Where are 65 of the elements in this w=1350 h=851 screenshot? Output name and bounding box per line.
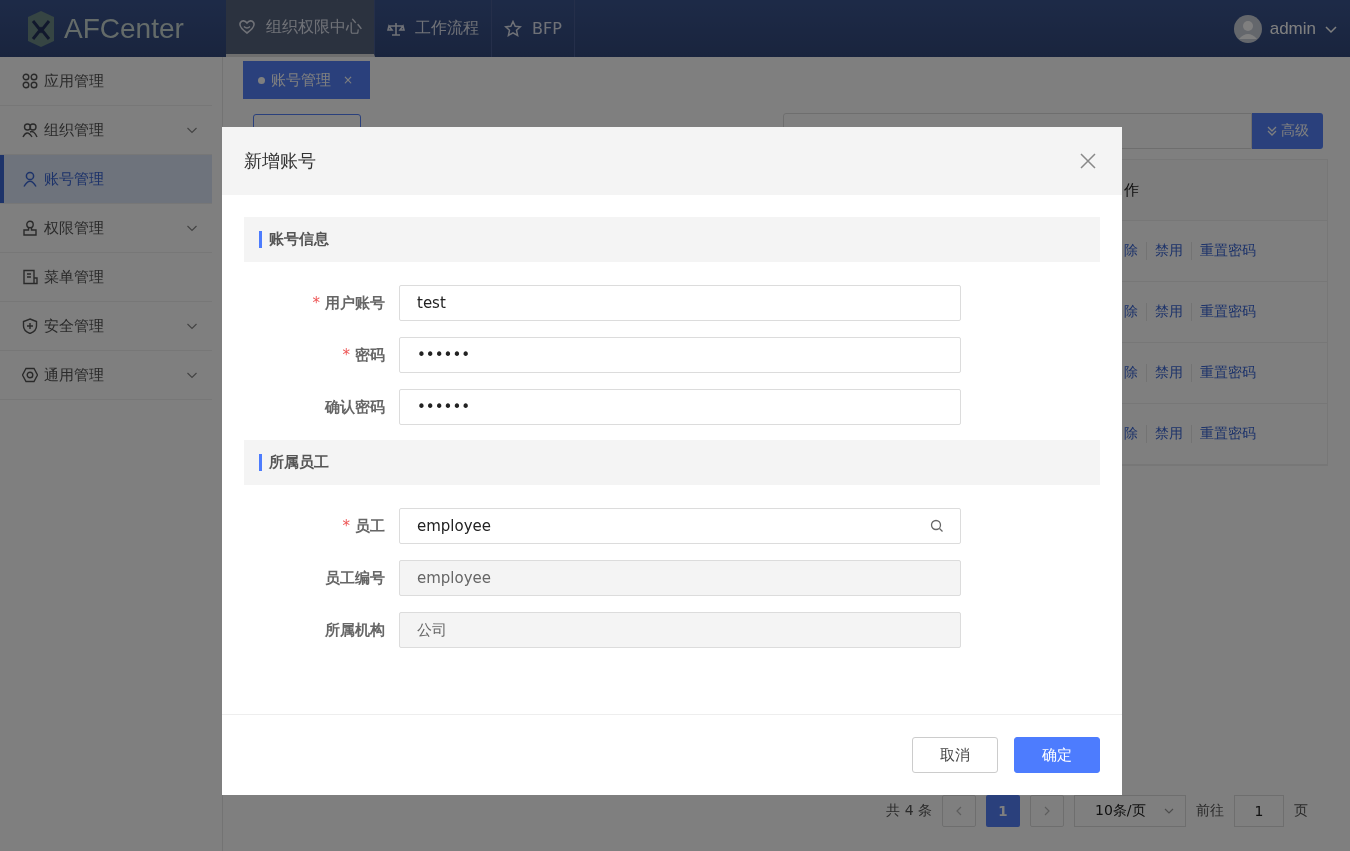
sidebar-item[interactable]: 权限管理 — [0, 204, 212, 253]
avatar-icon[interactable] — [1233, 14, 1262, 43]
nav-tab[interactable]: 组织权限中心 — [226, 0, 375, 57]
input-field[interactable]: test — [399, 285, 961, 321]
page-input[interactable]: 1 — [1234, 795, 1284, 827]
chevron-left-icon — [954, 806, 964, 816]
field-label: * 员工 — [341, 516, 386, 536]
row-action-link[interactable]: 除 — [1124, 303, 1138, 321]
menu-item-icon — [22, 269, 38, 285]
sidebar-item[interactable]: 安全管理 — [0, 302, 212, 351]
sidebar-item[interactable]: 通用管理 — [0, 351, 212, 400]
row-action-link[interactable]: 禁用 — [1155, 425, 1183, 443]
menu-item-icon — [22, 220, 38, 236]
search-icon[interactable] — [930, 519, 944, 533]
row-action-link[interactable]: 禁用 — [1155, 303, 1183, 321]
row-action-link[interactable]: 除 — [1124, 364, 1138, 382]
row-action-link[interactable]: 禁用 — [1155, 364, 1183, 382]
chevron-right-icon — [1042, 806, 1052, 816]
total-count: 共 4 条 — [886, 802, 932, 820]
field-label: * 密码 — [341, 345, 386, 365]
section-header: 账号信息 — [244, 217, 1100, 262]
sidebar-item[interactable]: 账号管理 — [0, 155, 212, 204]
user-name[interactable]: admin — [1269, 18, 1316, 39]
app-name: AFCenter — [64, 12, 184, 45]
input-field[interactable]: 公司 — [399, 612, 961, 648]
input-field[interactable]: employee — [399, 508, 961, 544]
heart-icon — [238, 18, 256, 36]
page-suffix: 页 — [1294, 802, 1308, 820]
input-field[interactable]: •••••• — [399, 337, 961, 373]
menu-item-icon — [22, 171, 38, 187]
field-label: 确认密码 — [323, 397, 386, 417]
page-tab[interactable]: 账号管理 × — [243, 61, 371, 99]
input-field[interactable]: employee — [399, 560, 961, 596]
sidebar-item[interactable]: 应用管理 — [0, 57, 212, 106]
section-header: 所属员工 — [244, 440, 1100, 485]
menu-item-icon — [22, 318, 38, 334]
column-header: 作 — [1124, 180, 1139, 200]
advanced-button[interactable]: 高级 — [1252, 113, 1323, 149]
field-label: 所属机构 — [324, 620, 386, 640]
field-label: * 用户账号 — [311, 293, 386, 313]
row-action-link[interactable]: 重置密码 — [1200, 364, 1256, 382]
menu-item-icon — [22, 367, 38, 383]
row-action-link[interactable]: 禁用 — [1155, 242, 1183, 260]
close-icon[interactable] — [1080, 153, 1096, 169]
row-action-link[interactable]: 除 — [1124, 425, 1138, 443]
row-action-link[interactable]: 重置密码 — [1200, 425, 1256, 443]
row-action-link[interactable]: 重置密码 — [1200, 242, 1256, 260]
dialog-title: 新增账号 — [244, 149, 316, 173]
menu-item-icon — [22, 122, 38, 138]
menu-item-icon — [22, 73, 38, 89]
double-chevron-icon — [1266, 125, 1278, 137]
logo-icon — [26, 10, 56, 47]
cancel-button[interactable]: 取消 — [912, 737, 998, 773]
goto-label: 前往 — [1196, 802, 1224, 820]
page-number[interactable]: 1 — [986, 795, 1020, 827]
page-size-select[interactable]: 10条/页 — [1074, 795, 1186, 827]
star-icon — [504, 19, 522, 38]
row-action-link[interactable]: 重置密码 — [1200, 303, 1256, 321]
next-page-button[interactable] — [1030, 795, 1064, 827]
row-action-link[interactable]: 除 — [1124, 242, 1138, 260]
field-label: 员工编号 — [324, 568, 386, 588]
previous-page-button[interactable] — [942, 795, 976, 827]
sidebar-item[interactable]: 菜单管理 — [0, 253, 212, 302]
input-field[interactable]: •••••• — [399, 389, 961, 425]
confirm-button[interactable]: 确定 — [1014, 737, 1100, 773]
